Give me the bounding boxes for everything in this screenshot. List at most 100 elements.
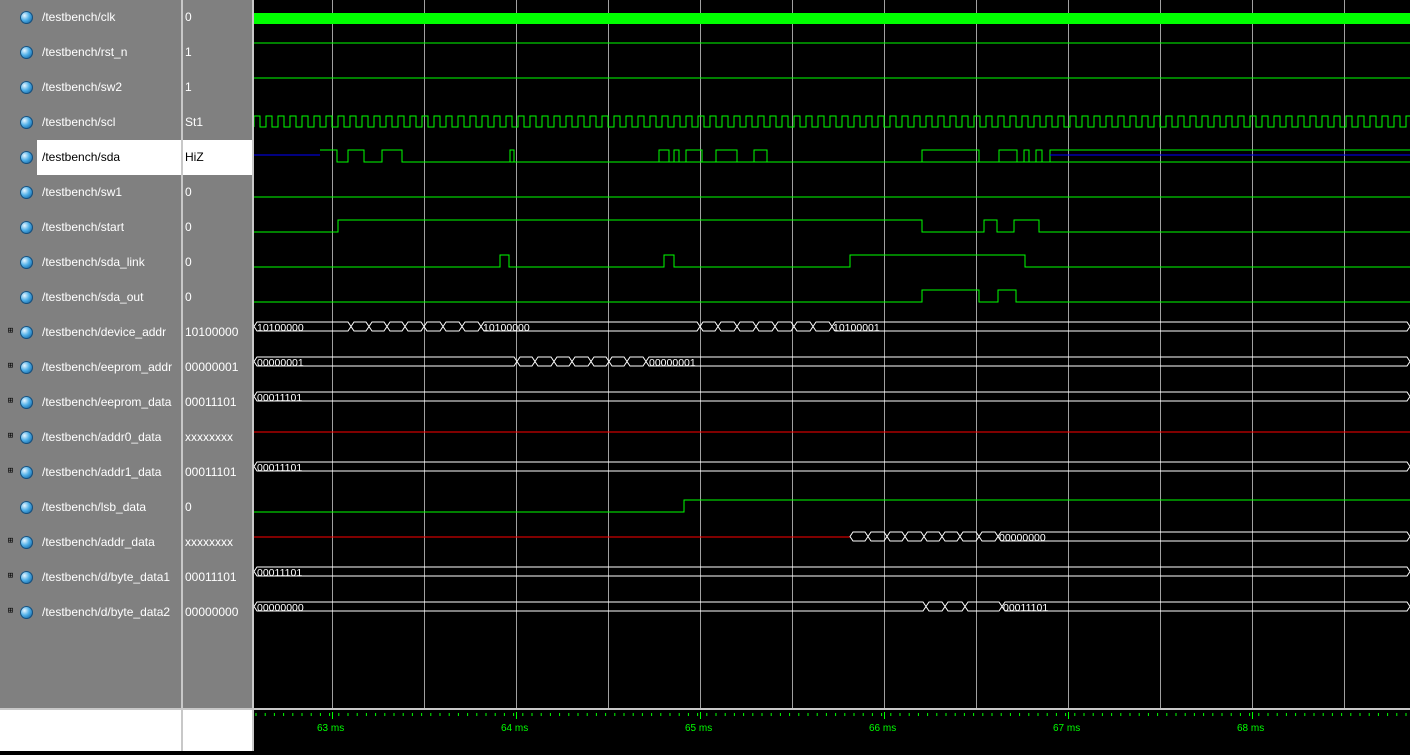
signal-value-cell[interactable]: 0 xyxy=(183,245,252,280)
signal-row-sw2[interactable]: /testbench/sw2 xyxy=(0,70,181,105)
signal-object-icon xyxy=(20,571,33,584)
signal-name: /testbench/sda_out xyxy=(42,290,144,304)
bus-segment xyxy=(571,356,592,367)
bus-segment xyxy=(626,356,647,367)
signal-row-sw1[interactable]: /testbench/sw1 xyxy=(0,175,181,210)
signal-value-pane: 0 1 1 St1 HiZ 0 0 0 0 10100000 00000001 00011101 xxx… xyxy=(183,0,252,708)
bus-segment xyxy=(404,321,425,332)
signal-value-cell[interactable]: xxxxxxxx xyxy=(183,420,252,455)
time-tick-label: 68 ms xyxy=(1237,723,1264,734)
signal-value: 00000001 xyxy=(185,360,239,374)
signal-value-cell[interactable]: xxxxxxxx xyxy=(183,525,252,560)
signal-value-cell[interactable]: St1 xyxy=(183,105,252,140)
signal-trace-lsb-data xyxy=(254,499,1410,513)
signal-value-cell[interactable]: 0 xyxy=(183,210,252,245)
signal-object-icon xyxy=(20,501,33,514)
signal-value: 1 xyxy=(185,45,192,59)
signal-value-cell[interactable]: 0 xyxy=(183,0,252,35)
signal-trace-sda xyxy=(494,149,1410,163)
timeline-footer: 63 ms 64 ms 65 ms 66 ms 67 ms 68 ms xyxy=(0,708,1410,751)
signal-row-sda[interactable]: /testbench/sda xyxy=(0,140,181,175)
expand-icon[interactable]: ⊞ xyxy=(6,572,15,581)
signal-value: St1 xyxy=(185,115,204,129)
signal-row-lsb-data[interactable]: /testbench/lsb_data xyxy=(0,490,181,525)
signal-row-addr1-data[interactable]: ⊞ /testbench/addr1_data xyxy=(0,455,181,490)
cursor-value-cell xyxy=(183,708,252,751)
expand-icon[interactable]: ⊞ xyxy=(6,327,15,336)
bus-segment xyxy=(997,531,1410,542)
bus-segment xyxy=(254,566,1410,577)
signal-row-start[interactable]: /testbench/start xyxy=(0,210,181,245)
signal-value-cell[interactable]: 1 xyxy=(183,70,252,105)
signal-name: /testbench/device_addr xyxy=(42,325,167,339)
time-axis-ruler: 63 ms 64 ms 65 ms 66 ms 67 ms 68 ms xyxy=(255,712,1407,734)
signal-row-rst-n[interactable]: /testbench/rst_n xyxy=(0,35,181,70)
signal-value-cell[interactable]: 1 xyxy=(183,35,252,70)
signal-trace-sda-out xyxy=(254,289,1410,303)
time-axis[interactable]: 63 ms 64 ms 65 ms 66 ms 67 ms 68 ms xyxy=(254,708,1410,751)
bus-segment xyxy=(1001,601,1410,612)
signal-name: /testbench/sw1 xyxy=(42,185,123,199)
signal-value-cell[interactable]: 00011101 xyxy=(183,385,252,420)
bus-segment xyxy=(534,356,555,367)
bus-segment xyxy=(793,321,814,332)
signal-object-icon xyxy=(20,466,33,479)
expand-icon[interactable]: ⊞ xyxy=(6,362,15,371)
signal-value-cell[interactable]: 0 xyxy=(183,175,252,210)
bus-segment xyxy=(978,531,999,542)
signal-trace-scl xyxy=(254,115,1410,128)
signal-row-eeprom-addr[interactable]: ⊞ /testbench/eeprom_addr xyxy=(0,350,181,385)
signal-object-icon xyxy=(20,11,33,24)
time-tick-label: 67 ms xyxy=(1053,723,1080,734)
expand-icon[interactable]: ⊞ xyxy=(6,467,15,476)
signal-row-sda-out[interactable]: /testbench/sda_out xyxy=(0,280,181,315)
waveform-pane[interactable]: 10100000 10100000 10100001 00000001 00000001… xyxy=(254,0,1410,708)
bus-segment xyxy=(904,531,925,542)
bus-segment xyxy=(944,601,966,612)
signal-name: /testbench/lsb_data xyxy=(42,500,147,514)
signal-name: /testbench/scl xyxy=(42,115,116,129)
bus-segment xyxy=(254,461,1410,472)
expand-icon[interactable]: ⊞ xyxy=(6,397,15,406)
bus-value-label: 10100000 xyxy=(257,322,304,334)
signal-object-icon xyxy=(20,396,33,409)
bus-segment xyxy=(941,531,961,542)
signal-row-sda-link[interactable]: /testbench/sda_link xyxy=(0,245,181,280)
signal-value-cell[interactable]: 0 xyxy=(183,490,252,525)
signal-row-byte-data2[interactable]: ⊞ /testbench/d/byte_data2 xyxy=(0,595,181,630)
signal-row-addr-data[interactable]: ⊞ /testbench/addr_data xyxy=(0,525,181,560)
waveform-window: /testbench/clk/testbench/rst_n/testbench… xyxy=(0,0,1410,751)
expand-icon[interactable]: ⊞ xyxy=(6,537,15,546)
signal-name: /testbench/addr0_data xyxy=(42,430,162,444)
signal-name: /testbench/eeprom_addr xyxy=(42,360,173,374)
signal-value-cell[interactable]: 00000001 xyxy=(183,350,252,385)
signal-value-cell[interactable]: HiZ xyxy=(183,140,252,175)
bus-segment xyxy=(699,321,719,332)
signal-object-icon xyxy=(20,186,33,199)
signal-name: /testbench/rst_n xyxy=(42,45,128,59)
signal-object-icon xyxy=(20,256,33,269)
signal-row-clk[interactable]: /testbench/clk xyxy=(0,0,181,35)
signal-row-addr0-data[interactable]: ⊞ /testbench/addr0_data xyxy=(0,420,181,455)
cursor-name-cell xyxy=(0,708,181,751)
bus-segment xyxy=(849,531,869,542)
signal-value: 0 xyxy=(185,290,192,304)
signal-row-device-addr[interactable]: ⊞ /testbench/device_addr xyxy=(0,315,181,350)
signal-value-cell[interactable]: 00011101 xyxy=(183,560,252,595)
signal-value-cell[interactable]: 0 xyxy=(183,280,252,315)
expand-icon[interactable]: ⊞ xyxy=(6,432,15,441)
signal-value-cell[interactable]: 00000000 xyxy=(183,595,252,630)
expand-icon[interactable]: ⊞ xyxy=(6,607,15,616)
bus-segment xyxy=(717,321,738,332)
signal-row-eeprom-data[interactable]: ⊞ /testbench/eeprom_data xyxy=(0,385,181,420)
signal-row-scl[interactable]: /testbench/scl xyxy=(0,105,181,140)
bus-segment xyxy=(774,321,795,332)
signal-value-cell[interactable]: 00011101 xyxy=(183,455,252,490)
signal-row-byte-data1[interactable]: ⊞ /testbench/d/byte_data1 xyxy=(0,560,181,595)
signal-value-cell[interactable]: 10100000 xyxy=(183,315,252,350)
bus-value-label: 00000001 xyxy=(649,357,696,369)
signal-value: 0 xyxy=(185,220,192,234)
signal-value: xxxxxxxx xyxy=(185,430,233,444)
bus-segment xyxy=(461,321,482,332)
waveform-canvas[interactable]: 10100000 10100000 10100001 00000001 00000001… xyxy=(254,0,1410,708)
